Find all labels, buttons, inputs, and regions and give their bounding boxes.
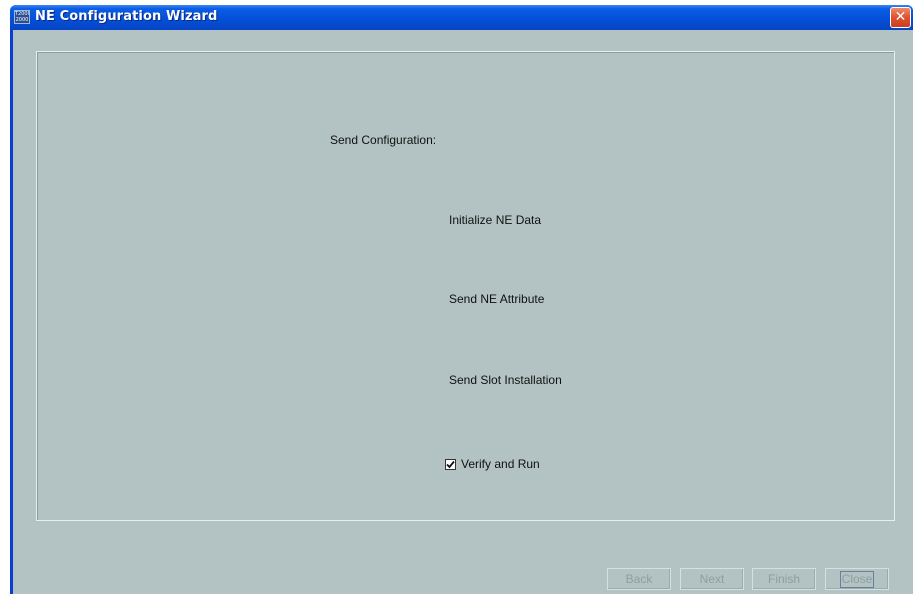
close-button[interactable]: Close xyxy=(825,568,889,590)
verify-and-run-checkbox[interactable] xyxy=(445,458,456,470)
step-initialize-ne-data: Initialize NE Data xyxy=(449,213,542,227)
window-title: NE Configuration Wizard xyxy=(35,9,218,24)
app-icon: T2000 2000 xyxy=(14,10,30,24)
close-window-button[interactable]: ✕ xyxy=(890,7,911,28)
app-icon-text-bottom: 2000 xyxy=(15,17,29,23)
title-bar[interactable]: T2000 2000 NE Configuration Wizard ✕ xyxy=(10,5,913,30)
close-button-label: Close xyxy=(839,571,875,588)
wizard-window: T2000 2000 NE Configuration Wizard ✕ Sen… xyxy=(10,5,913,594)
verify-and-run-label: Verify and Run xyxy=(461,457,540,471)
checkmark-icon xyxy=(446,460,455,468)
finish-button[interactable]: Finish xyxy=(752,568,816,590)
verify-and-run-checkbox-row[interactable]: Verify and Run xyxy=(445,457,540,471)
back-button[interactable]: Back xyxy=(607,568,671,590)
step-send-slot-installation: Send Slot Installation xyxy=(449,373,562,387)
step-send-ne-attribute: Send NE Attribute xyxy=(449,292,545,306)
content-panel xyxy=(36,51,895,521)
wizard-client-area: Send Configuration: Initialize NE Data S… xyxy=(13,30,913,594)
next-button[interactable]: Next xyxy=(680,568,744,590)
send-configuration-heading: Send Configuration: xyxy=(330,133,437,147)
